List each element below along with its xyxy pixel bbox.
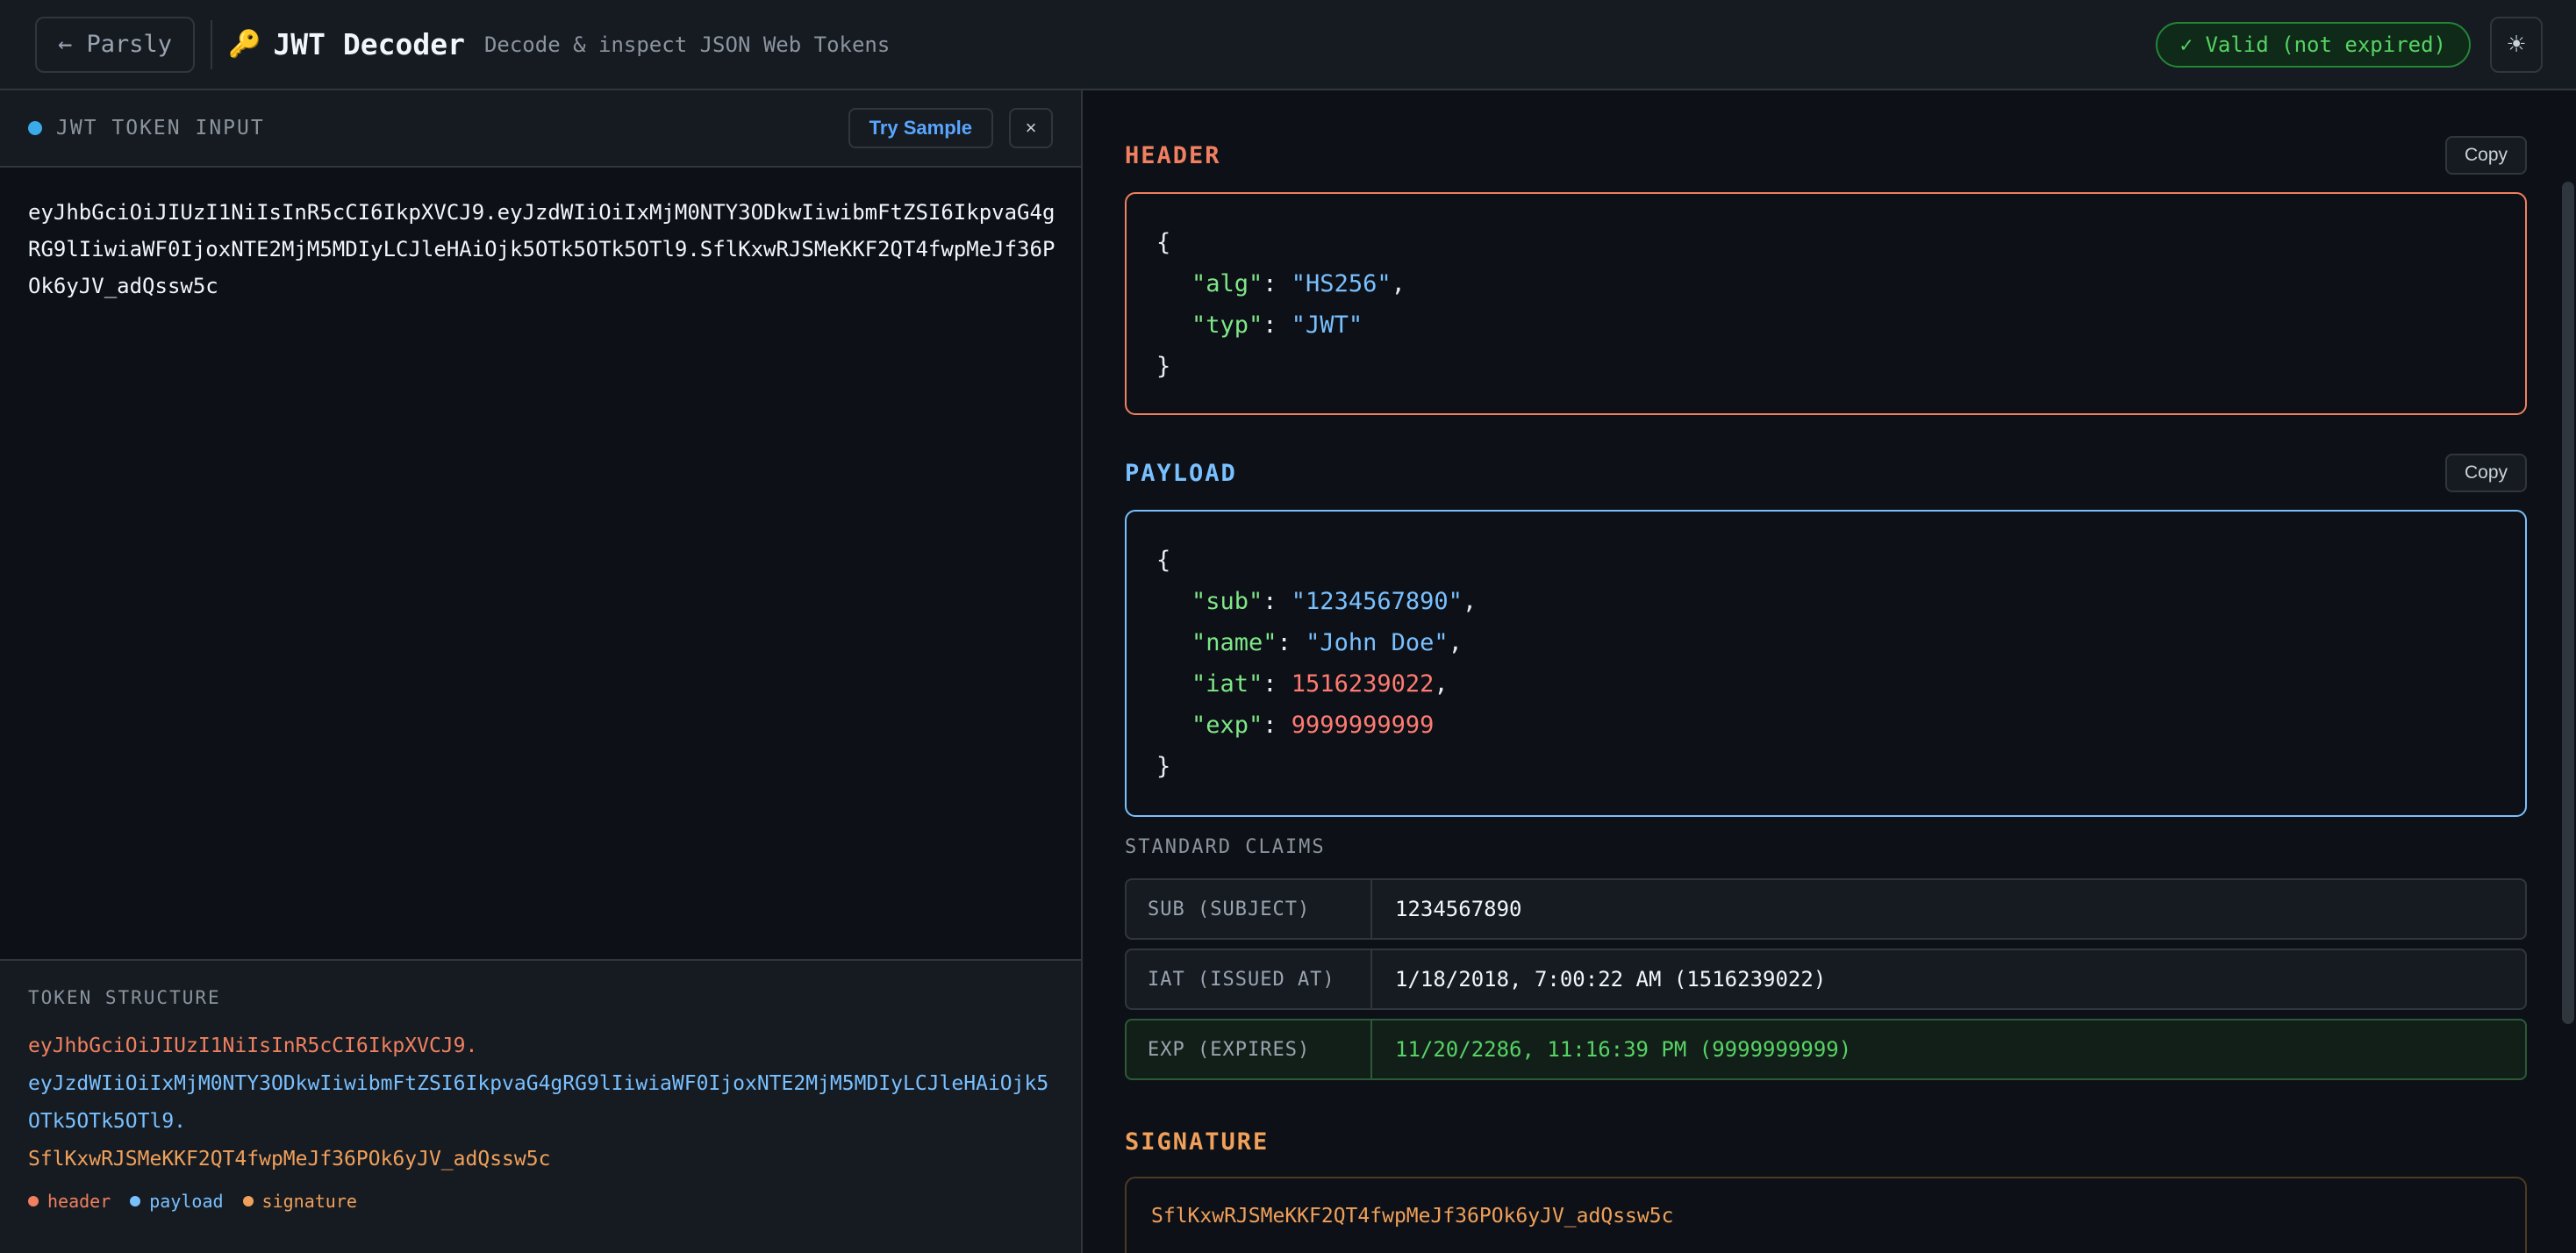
copy-payload-button[interactable]: Copy [2444, 454, 2527, 492]
top-bar: ← Parsly 🔑 JWT Decoder Decode & inspect … [0, 0, 2576, 90]
page-subtitle: Decode & inspect JSON Web Tokens [483, 32, 891, 57]
legend-header: header [28, 1191, 111, 1212]
standard-claims-title: STANDARD CLAIMS [1125, 836, 1326, 858]
claim-row-expires: EXP (EXPIRES) 11/20/2286, 11:16:39 PM (9… [1125, 1019, 2527, 1080]
structure-legend: header payload signature [28, 1191, 1053, 1212]
sun-icon: ☀ [2506, 31, 2527, 57]
divider [211, 19, 213, 69]
claim-row: SUB (SUBJECT) 1234567890 [1125, 878, 2527, 940]
json-line: "exp": 9999999999 [1191, 712, 1435, 739]
claim-value: 11/20/2286, 11:16:39 PM (9999999999) [1395, 1037, 1852, 1062]
signature-dot-icon [242, 1196, 254, 1206]
signature-section-title: SIGNATURE [1125, 1128, 1270, 1156]
claim-value: 1234567890 [1395, 897, 1522, 921]
status-dot-icon [28, 121, 42, 135]
token-structure-title: TOKEN STRUCTURE [28, 987, 221, 1008]
clear-button[interactable]: × [1009, 108, 1053, 148]
signature-segment: SflKxwRJSMeKKF2QT4fwpMeJf36POk6yJV_adQss… [28, 1148, 551, 1171]
token-input[interactable]: eyJhbGciOiJIUzI1NiIsInR5cCI6IkpXVCJ9.eyJ… [28, 194, 1056, 931]
try-sample-button[interactable]: Try Sample [848, 108, 993, 148]
payload-section-head: PAYLOAD Copy [1125, 452, 2527, 494]
header-segment: eyJhbGciOiJIUzI1NiIsInR5cCI6IkpXVCJ9. [28, 1035, 478, 1057]
token-input-panel: JWT TOKEN INPUT Try Sample × eyJhbGciOiJ… [0, 90, 1083, 1253]
json-line: "alg": "HS256", [1191, 270, 1406, 297]
payload-segment: eyJzdWIiOiIxMjM0NTY3ODkwIiwibmFtZSI6Ikpv… [28, 1072, 1049, 1133]
status-badge: ✓ Valid (not expired) [2155, 21, 2471, 68]
header-json: { "alg": "HS256", "typ": "JWT" } [1125, 192, 2527, 415]
json-line: "typ": "JWT" [1191, 311, 1363, 339]
input-panel-header: JWT TOKEN INPUT Try Sample × [0, 90, 1081, 168]
key-icon: 🔑 [228, 29, 261, 60]
json-line: "iat": 1516239022, [1191, 670, 1449, 698]
json-line: "name": "John Doe", [1191, 629, 1463, 656]
page-title: JWT Decoder [273, 27, 465, 61]
claim-key: IAT (ISSUED AT) [1127, 950, 1372, 1008]
payload-section-title: PAYLOAD [1125, 459, 1237, 487]
scrollbar[interactable] [2562, 182, 2574, 1024]
back-button[interactable]: ← Parsly [35, 16, 196, 73]
header-section-title: HEADER [1125, 141, 1221, 169]
signature-value: SflKxwRJSMeKKF2QT4fwpMeJf36POk6yJV_adQss… [1125, 1177, 2527, 1253]
theme-toggle-button[interactable]: ☀ [2490, 16, 2543, 73]
signature-section-head: SIGNATURE [1125, 1121, 2527, 1163]
payload-json: { "sub": "1234567890", "name": "John Doe… [1125, 510, 2527, 817]
copy-header-button[interactable]: Copy [2444, 136, 2527, 175]
header-section-head: HEADER Copy [1125, 134, 2527, 176]
input-panel-title: JWT TOKEN INPUT [56, 117, 265, 140]
claim-key: SUB (SUBJECT) [1127, 880, 1372, 938]
json-line: "sub": "1234567890", [1191, 588, 1478, 615]
decoded-panel: HEADER Copy { "alg": "HS256", "typ": "JW… [1084, 90, 2576, 1253]
header-dot-icon [28, 1196, 39, 1206]
token-structure: TOKEN STRUCTURE eyJhbGciOiJIUzI1NiIsInR5… [0, 959, 1081, 1253]
claim-row: IAT (ISSUED AT) 1/18/2018, 7:00:22 AM (1… [1125, 949, 2527, 1010]
payload-dot-icon [130, 1196, 141, 1206]
claim-value: 1/18/2018, 7:00:22 AM (1516239022) [1395, 967, 1827, 992]
legend-signature: signature [242, 1191, 357, 1212]
claim-key: EXP (EXPIRES) [1127, 1020, 1372, 1078]
legend-payload: payload [130, 1191, 224, 1212]
